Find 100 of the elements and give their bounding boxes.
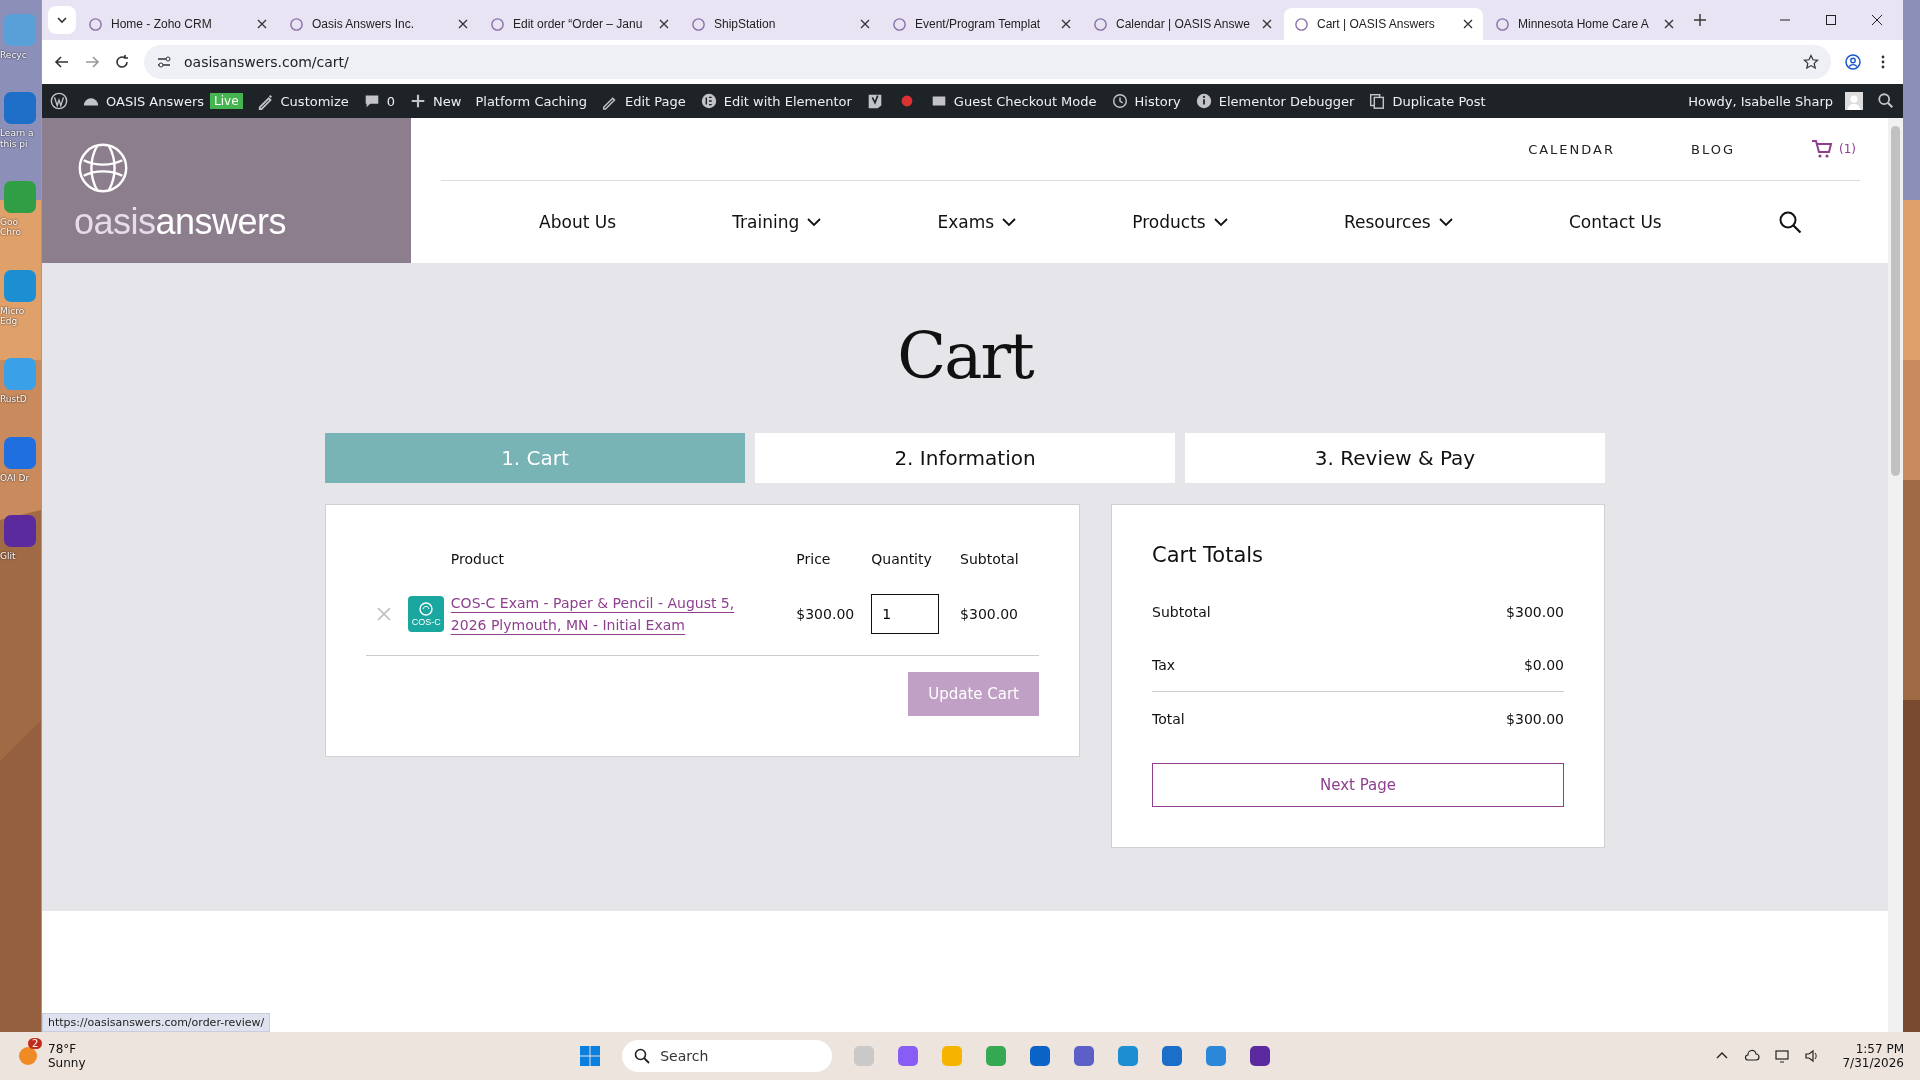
nav-menu-item[interactable]: Exams — [937, 212, 1017, 232]
admin-bar-link[interactable]: Duplicate Post — [1368, 92, 1486, 110]
cloud-icon[interactable] — [1744, 1048, 1761, 1064]
wordpress-logo-icon[interactable] — [50, 92, 68, 110]
back-icon[interactable] — [54, 54, 70, 70]
admin-bar-link[interactable]: Elementor Debugger — [1194, 92, 1355, 110]
clock[interactable]: 1:57 PM 7/31/2026 — [1842, 1042, 1904, 1070]
product-link[interactable]: COS-C Exam - Paper & Pencil - August 5, 2026 Plymouth, MN - Initial Exam — [450, 592, 751, 636]
column-header: Price — [796, 551, 832, 567]
quantity-field[interactable]: 1 — [871, 594, 940, 634]
close-icon[interactable] — [1664, 19, 1674, 29]
browser-tab[interactable]: Minnesota Home Care A — [1485, 8, 1684, 40]
column-header: Quantity — [871, 551, 933, 567]
browser-tab[interactable]: Cart | OASIS Answers — [1284, 8, 1483, 40]
clock-icon — [1110, 92, 1129, 110]
search-icon[interactable] — [1877, 92, 1895, 110]
caret-icon — [56, 14, 68, 26]
desktop-icon-label: Goo Chro — [0, 217, 22, 238]
browser-tab[interactable]: Edit order “Order – Janu — [480, 8, 679, 40]
nav-menu-item[interactable]: Training — [732, 212, 822, 232]
thumbnail-label: COS-C — [411, 618, 441, 627]
elementor-icon — [699, 92, 718, 110]
browser-tab[interactable]: Oasis Answers Inc. — [279, 8, 478, 40]
close-icon[interactable] — [860, 19, 870, 29]
desktop-icon-label: OAI Dr — [0, 472, 31, 484]
desktop-icon-label: Recyc — [0, 50, 28, 61]
live-badge: Live — [210, 93, 243, 109]
table-cell-text: $300.00 — [796, 606, 856, 622]
site-icon — [88, 16, 103, 32]
desktop-icon-label: Glit — [0, 551, 17, 562]
site-logo[interactable]: oasisanswers — [74, 200, 411, 243]
close-icon[interactable] — [1061, 19, 1071, 29]
bookmark-star-icon[interactable] — [1803, 54, 1819, 70]
total-value: $300.00 — [1506, 710, 1564, 727]
admin-bar-link[interactable]: New — [409, 92, 462, 110]
desktop-icon-label: Learn a this pi — [0, 128, 35, 150]
monitor-icon[interactable] — [1774, 1048, 1791, 1064]
table-cell-text: $300.00 — [960, 606, 1019, 622]
browser-tab[interactable]: Calendar | OASIS Answe — [1083, 8, 1282, 40]
site-icon — [490, 16, 505, 32]
copy-icon — [1368, 92, 1387, 110]
browser-tab[interactable]: Event/Program Templat — [882, 8, 1081, 40]
site-icon — [892, 16, 907, 32]
status-url: https://oasisanswers.com/order-review/ — [42, 1013, 271, 1032]
column-header: Subtotal — [960, 551, 1020, 567]
tab-list-button[interactable] — [48, 6, 76, 34]
nav-menu-item[interactable]: Products — [1132, 212, 1228, 232]
forward-icon[interactable] — [84, 54, 100, 70]
admin-bar-link[interactable]: History — [1110, 92, 1181, 110]
site-icon — [289, 16, 304, 32]
close-icon[interactable] — [659, 19, 669, 29]
close-icon[interactable] — [1463, 19, 1473, 29]
total-value: $0.00 — [1523, 656, 1564, 673]
nav-menu-item[interactable]: Contact Us — [1568, 212, 1662, 232]
total-label: Total — [1152, 710, 1185, 727]
close-icon[interactable] — [1262, 19, 1272, 29]
admin-bar-link[interactable]: Platform Caching — [475, 93, 587, 109]
browser-tab[interactable]: Home - Zoho CRM — [78, 8, 277, 40]
reload-icon[interactable] — [114, 54, 130, 70]
site-icon — [1093, 16, 1108, 32]
maximize-icon[interactable] — [1825, 14, 1837, 26]
site-name-link[interactable]: OASIS Answers — [82, 92, 205, 110]
column-header: Product — [450, 551, 505, 567]
account-link[interactable]: Howdy, Isabelle Sharp — [1688, 92, 1863, 110]
header-link[interactable]: BLOG — [1691, 141, 1735, 157]
site-settings-icon — [156, 54, 172, 70]
site-icon — [1495, 16, 1510, 32]
start-icon[interactable] — [578, 1044, 603, 1068]
admin-bar-link[interactable]: Edit with Elementor — [699, 92, 852, 110]
page-title: Cart — [897, 318, 1033, 395]
close-icon[interactable] — [257, 19, 267, 29]
profile-icon[interactable] — [1845, 54, 1861, 70]
nav-menu-item[interactable]: About Us — [539, 212, 617, 232]
new-tab-icon[interactable] — [1694, 14, 1706, 26]
search-field[interactable]: Search — [622, 1040, 833, 1072]
address-bar[interactable]: oasisanswers.com/cart/ — [144, 45, 1831, 79]
pencil-icon — [256, 92, 275, 110]
scrollbar[interactable] — [1888, 118, 1903, 1032]
admin-bar-link[interactable]: Edit Page — [600, 92, 686, 110]
search-icon — [634, 1048, 651, 1064]
weather-condition: Sunny — [48, 1056, 86, 1070]
checkout-step-tab[interactable]: 3. Review & Pay — [1185, 433, 1605, 483]
site-icon — [691, 16, 706, 32]
close-icon[interactable] — [1871, 14, 1883, 26]
browser-tab[interactable]: ShipStation — [681, 8, 880, 40]
cart-link[interactable]: (1) — [1811, 139, 1856, 159]
desktop-icon-label: Micro Edg — [0, 305, 26, 327]
admin-bar-link[interactable]: Guest Checkout Mode — [929, 92, 1097, 110]
cart-icon — [1811, 139, 1833, 159]
next-page-button[interactable]: Next Page — [1152, 763, 1564, 807]
header-link[interactable]: CALENDAR — [1528, 141, 1615, 157]
admin-bar-link[interactable]: Customize — [256, 92, 349, 110]
section-title: Cart Totals — [1152, 543, 1265, 567]
admin-bar-link[interactable]: 0 — [362, 92, 396, 110]
close-icon[interactable] — [458, 19, 468, 29]
site-icon — [1294, 16, 1309, 32]
nav-menu-item[interactable]: Resources — [1343, 212, 1453, 232]
search-icon[interactable] — [1777, 210, 1802, 234]
temperature: 78°F — [48, 1042, 78, 1056]
checkout-step-tab[interactable]: 2. Information — [755, 433, 1175, 483]
